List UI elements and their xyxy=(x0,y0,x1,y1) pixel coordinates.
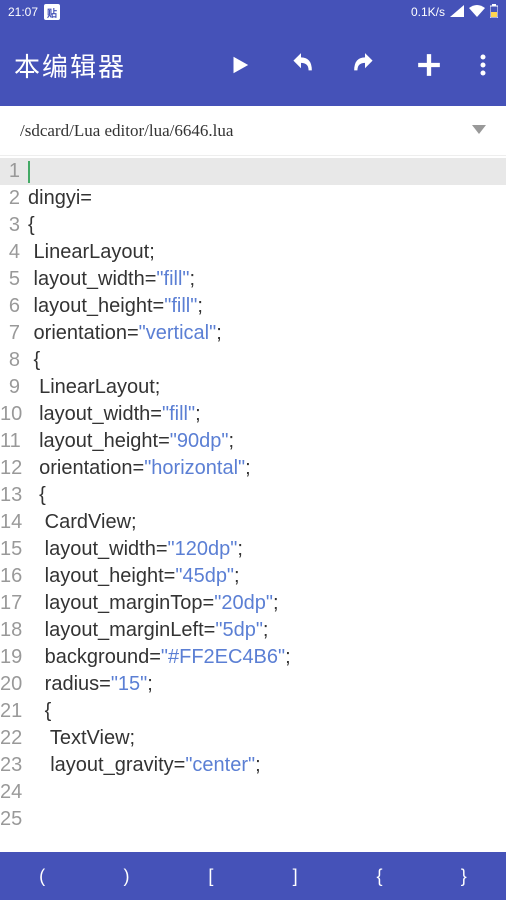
code-line[interactable]: layout_height="fill"; xyxy=(24,293,506,320)
line-number: 5 xyxy=(0,266,24,293)
code-line[interactable]: layout_gravity="center"; xyxy=(24,752,506,779)
status-time: 21:07 xyxy=(8,5,38,19)
symbol-key[interactable]: } xyxy=(422,854,506,899)
line-number: 15 xyxy=(0,536,24,563)
line-number: 24 xyxy=(0,779,24,806)
line-number: 10 xyxy=(0,401,24,428)
code-line[interactable]: LinearLayout; xyxy=(24,239,506,266)
code-line[interactable]: { xyxy=(24,482,506,509)
line-number: 13 xyxy=(0,482,24,509)
line-number: 19 xyxy=(0,644,24,671)
code-line[interactable] xyxy=(24,158,506,185)
line-number: 11 xyxy=(0,428,24,455)
line-number: 2 xyxy=(0,185,24,212)
code-line[interactable]: layout_height="90dp"; xyxy=(24,428,506,455)
code-line[interactable]: layout_width="120dp"; xyxy=(24,536,506,563)
status-net-speed: 0.1K/s xyxy=(411,5,445,19)
symbol-key[interactable]: ( xyxy=(0,854,84,899)
line-number: 25 xyxy=(0,806,24,833)
code-line[interactable]: { xyxy=(24,212,506,239)
code-area[interactable]: dingyi={ LinearLayout; layout_width="fil… xyxy=(24,156,506,833)
code-line[interactable]: orientation="vertical"; xyxy=(24,320,506,347)
status-bar: 21:07 贴 0.1K/s xyxy=(0,0,506,24)
code-line[interactable]: layout_width="fill"; xyxy=(24,266,506,293)
line-number: 17 xyxy=(0,590,24,617)
signal-icon xyxy=(450,5,464,20)
code-line[interactable]: radius="15"; xyxy=(24,671,506,698)
text-cursor xyxy=(28,161,30,183)
code-line[interactable]: { xyxy=(24,698,506,725)
code-line[interactable]: layout_width="fill"; xyxy=(24,401,506,428)
wifi-icon xyxy=(469,5,485,20)
code-line[interactable]: LinearLayout; xyxy=(24,374,506,401)
line-number: 21 xyxy=(0,698,24,725)
symbol-key[interactable]: { xyxy=(337,854,421,899)
line-number: 22 xyxy=(0,725,24,752)
code-line[interactable]: dingyi= xyxy=(24,185,506,212)
line-number: 6 xyxy=(0,293,24,320)
code-line[interactable]: TextView; xyxy=(24,725,506,752)
code-line[interactable]: background="#FF2EC4B6"; xyxy=(24,644,506,671)
line-number: 16 xyxy=(0,563,24,590)
code-editor[interactable]: 1234567891011121314151617181920212223242… xyxy=(0,156,506,833)
line-number: 9 xyxy=(0,374,24,401)
toolbar: 本编辑器 xyxy=(0,24,506,106)
line-gutter: 1234567891011121314151617181920212223242… xyxy=(0,156,24,833)
line-number: 1 xyxy=(0,158,24,185)
symbol-key[interactable]: ) xyxy=(84,854,168,899)
play-button[interactable] xyxy=(228,54,250,76)
chevron-down-icon[interactable] xyxy=(472,122,486,140)
line-number: 7 xyxy=(0,320,24,347)
overflow-menu-button[interactable] xyxy=(480,54,486,76)
line-number: 4 xyxy=(0,239,24,266)
undo-button[interactable] xyxy=(288,52,314,78)
code-line[interactable]: layout_marginLeft="5dp"; xyxy=(24,617,506,644)
line-number: 3 xyxy=(0,212,24,239)
line-number: 23 xyxy=(0,752,24,779)
line-number: 18 xyxy=(0,617,24,644)
file-path: /sdcard/Lua editor/lua/6646.lua xyxy=(20,121,233,141)
path-bar[interactable]: /sdcard/Lua editor/lua/6646.lua xyxy=(0,106,506,156)
line-number: 8 xyxy=(0,347,24,374)
battery-icon xyxy=(490,4,498,21)
symbol-bar: ()[]{} xyxy=(0,852,506,900)
line-number: 20 xyxy=(0,671,24,698)
status-app-badge: 贴 xyxy=(44,4,60,20)
code-line[interactable]: layout_marginTop="20dp"; xyxy=(24,590,506,617)
code-line[interactable]: CardView; xyxy=(24,509,506,536)
line-number: 14 xyxy=(0,509,24,536)
add-button[interactable] xyxy=(416,52,442,78)
symbol-key[interactable]: ] xyxy=(253,854,337,899)
redo-button[interactable] xyxy=(352,52,378,78)
symbol-key[interactable]: [ xyxy=(169,854,253,899)
app-title: 本编辑器 xyxy=(14,47,126,84)
code-line[interactable]: { xyxy=(24,347,506,374)
code-line[interactable]: layout_height="45dp"; xyxy=(24,563,506,590)
line-number: 12 xyxy=(0,455,24,482)
code-line[interactable]: orientation="horizontal"; xyxy=(24,455,506,482)
